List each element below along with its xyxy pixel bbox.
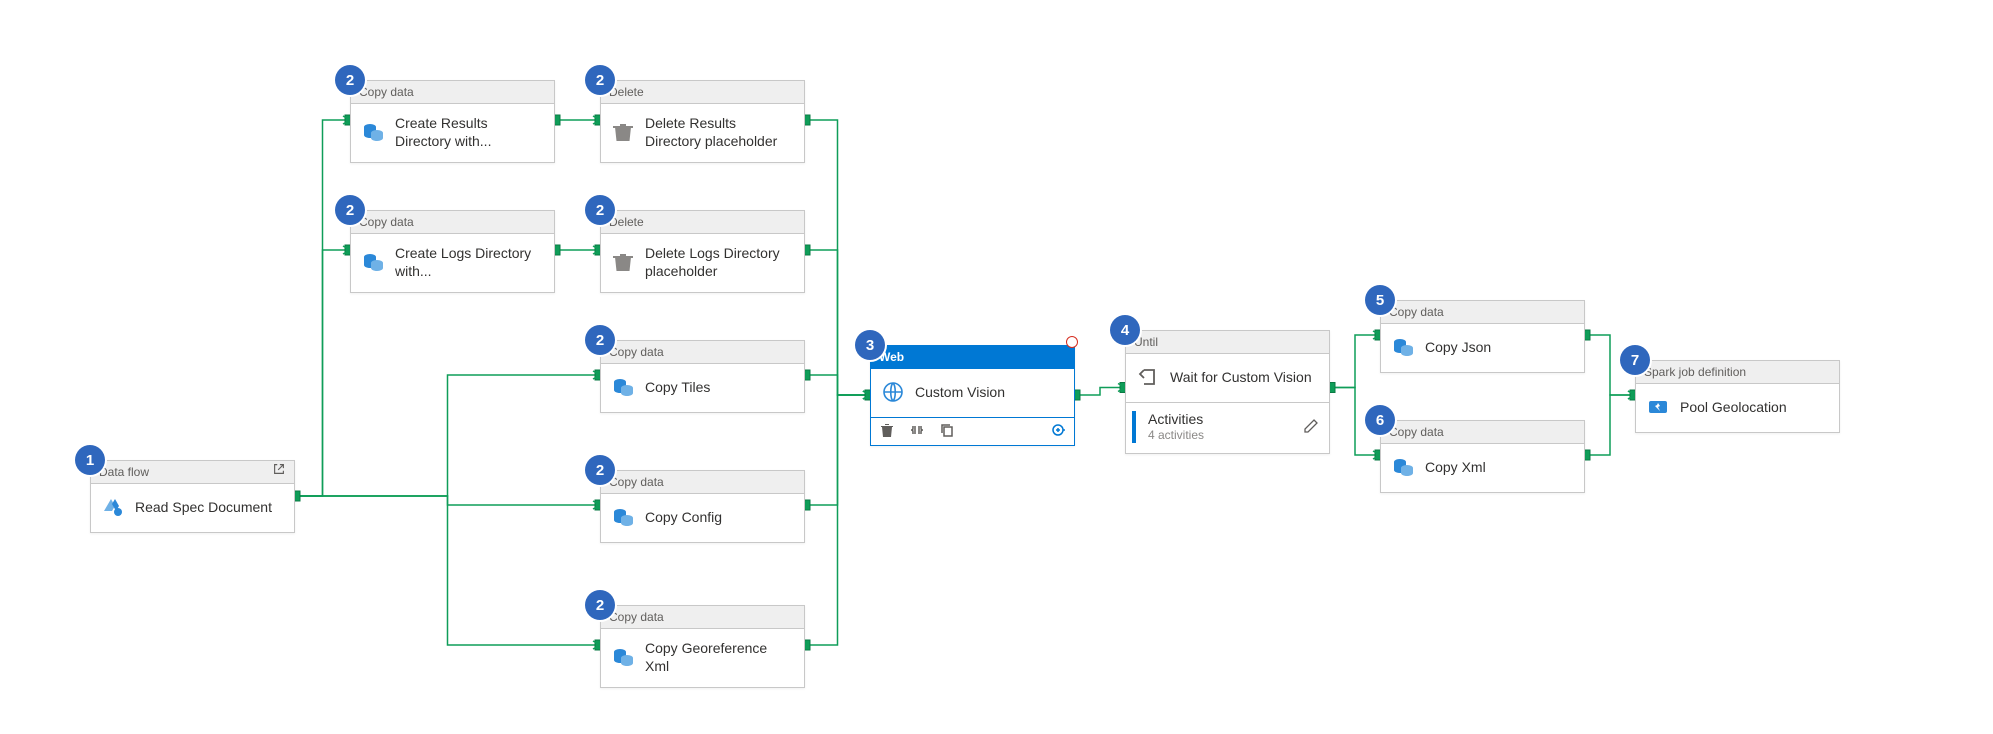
activity-delete-logs[interactable]: Delete Delete Logs Directory placeholder	[600, 210, 805, 293]
activity-title: Wait for Custom Vision	[1170, 368, 1312, 386]
copydata-icon	[1391, 335, 1415, 359]
badge-2d: 2	[585, 195, 615, 225]
badge-2a: 2	[335, 65, 365, 95]
open-external-icon[interactable]	[272, 461, 286, 483]
badge-7: 7	[1620, 345, 1650, 375]
activity-title: Pool Geolocation	[1680, 398, 1787, 416]
activity-custom-vision[interactable]: Web Custom Vision	[870, 345, 1075, 446]
activity-copy-xml[interactable]: Copy data Copy Xml	[1380, 420, 1585, 493]
web-icon	[881, 380, 905, 404]
toolbar-code-icon[interactable]	[909, 422, 925, 441]
activities-expander[interactable]: Activities 4 activities	[1126, 402, 1329, 453]
activity-type: Copy data	[1389, 421, 1444, 443]
activity-type: Copy data	[609, 606, 664, 628]
activity-copy-config[interactable]: Copy data Copy Config	[600, 470, 805, 543]
activity-title: Delete Results Directory placeholder	[645, 114, 794, 150]
dataflow-icon	[101, 495, 125, 519]
delete-icon	[611, 120, 635, 144]
copydata-icon	[361, 250, 385, 274]
badge-2g: 2	[585, 590, 615, 620]
activity-delete-results[interactable]: Delete Delete Results Directory placehol…	[600, 80, 805, 163]
sub-count: 4 activities	[1148, 427, 1204, 443]
toolbar-add-output-icon[interactable]	[1050, 422, 1066, 441]
activity-type: Copy data	[609, 341, 664, 363]
activity-wait-for-cv[interactable]: Until Wait for Custom Vision Activities …	[1125, 330, 1330, 454]
activity-read-spec[interactable]: Data flow Read Spec Document	[90, 460, 295, 533]
spark-icon	[1646, 395, 1670, 419]
copydata-icon	[361, 120, 385, 144]
activity-type: Copy data	[609, 471, 664, 493]
activity-title: Copy Tiles	[645, 378, 710, 396]
status-error-icon	[1066, 336, 1078, 348]
activity-type: Spark job definition	[1644, 361, 1746, 383]
activity-title: Copy Json	[1425, 338, 1491, 356]
activity-type: Data flow	[99, 461, 149, 483]
activity-title: Read Spec Document	[135, 498, 272, 516]
badge-4: 4	[1110, 315, 1140, 345]
delete-icon	[611, 250, 635, 274]
activity-copy-json[interactable]: Copy data Copy Json	[1380, 300, 1585, 373]
activity-title: Copy Xml	[1425, 458, 1486, 476]
activity-title: Delete Logs Directory placeholder	[645, 244, 794, 280]
copydata-icon	[611, 505, 635, 529]
activity-title: Copy Georeference Xml	[645, 639, 794, 675]
sub-label: Activities	[1148, 411, 1204, 427]
activity-pool-geo[interactable]: Spark job definition Pool Geolocation	[1635, 360, 1840, 433]
badge-3: 3	[855, 330, 885, 360]
copydata-icon	[611, 375, 635, 399]
badge-2f: 2	[585, 455, 615, 485]
badge-2b: 2	[585, 65, 615, 95]
badge-1: 1	[75, 445, 105, 475]
toolbar-delete-icon[interactable]	[879, 422, 895, 441]
activity-create-logs[interactable]: Copy data Create Logs Directory with...	[350, 210, 555, 293]
until-icon	[1136, 365, 1160, 389]
toolbar-copy-icon[interactable]	[939, 422, 955, 441]
activity-type: Copy data	[1389, 301, 1444, 323]
copydata-icon	[611, 645, 635, 669]
activity-title: Create Results Directory with...	[395, 114, 544, 150]
badge-6: 6	[1365, 405, 1395, 435]
activity-copy-tiles[interactable]: Copy data Copy Tiles	[600, 340, 805, 413]
badge-2c: 2	[335, 195, 365, 225]
badge-5: 5	[1365, 285, 1395, 315]
activity-title: Copy Config	[645, 508, 722, 526]
copydata-icon	[1391, 455, 1415, 479]
activity-copy-georef[interactable]: Copy data Copy Georeference Xml	[600, 605, 805, 688]
activity-title: Custom Vision	[915, 383, 1005, 401]
activity-create-results[interactable]: Copy data Create Results Directory with.…	[350, 80, 555, 163]
pipeline-canvas[interactable]: Data flow Read Spec Document 1 Copy data…	[0, 0, 1993, 734]
edit-icon[interactable]	[1303, 418, 1319, 437]
badge-2e: 2	[585, 325, 615, 355]
activity-type: Copy data	[359, 81, 414, 103]
activity-type: Copy data	[359, 211, 414, 233]
activity-title: Create Logs Directory with...	[395, 244, 544, 280]
